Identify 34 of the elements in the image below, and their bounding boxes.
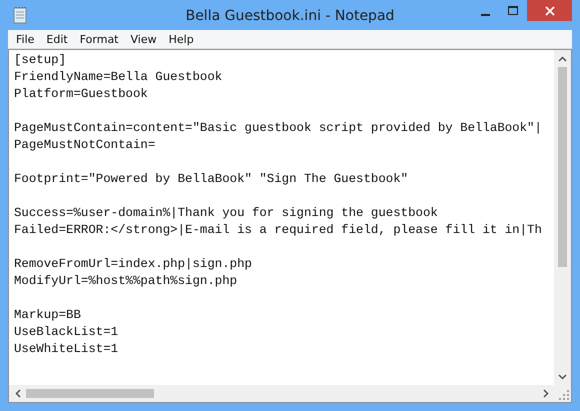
minimize-icon: [480, 14, 490, 16]
text-line: UseBlackList=1: [14, 324, 118, 341]
menu-item[interactable]: File: [10, 30, 40, 48]
window-title: Bella Guestbook.ini - Notepad: [186, 7, 394, 26]
horizontal-scrollbar[interactable]: [9, 385, 554, 402]
menu-item[interactable]: Edit: [40, 30, 74, 48]
text-line: RemoveFromUrl=index.php|sign.php: [14, 256, 252, 273]
maximize-icon: [508, 6, 518, 16]
text-line: PageMustNotContain=: [14, 137, 156, 154]
text-line: Platform=Guestbook: [14, 86, 148, 103]
scroll-left-icon[interactable]: [14, 389, 20, 398]
scroll-thumb[interactable]: [558, 67, 567, 267]
notepad-icon: [12, 6, 28, 24]
menu-item[interactable]: Help: [162, 30, 200, 48]
text-line: ModifyUrl=%host%%path%sign.php: [14, 273, 238, 290]
text-line: [setup]: [14, 52, 66, 69]
close-button[interactable]: [527, 0, 572, 21]
text-editor[interactable]: [8, 49, 572, 403]
scroll-right-icon[interactable]: [542, 389, 548, 398]
menu-item[interactable]: View: [124, 30, 163, 48]
text-line: PageMustContain=content="Basic guestbook script provided by BellaBook"|: [14, 120, 542, 137]
text-line: Failed=ERROR:</strong>|E-mail is a required field, please fill it in|Th: [14, 222, 542, 239]
scroll-thumb[interactable]: [26, 389, 154, 398]
menu-item[interactable]: Format: [74, 30, 124, 48]
text-line: Markup=BB: [14, 307, 81, 324]
resize-grip-icon[interactable]: [559, 390, 569, 400]
close-icon: [544, 6, 554, 16]
vertical-scrollbar[interactable]: [554, 50, 571, 385]
scroll-up-icon[interactable]: [558, 56, 567, 62]
text-line: FriendlyName=Bella Guestbook: [14, 69, 222, 86]
scroll-down-icon[interactable]: [558, 374, 567, 380]
text-line: Success=%user-domain%|Thank you for signing the guestbook: [14, 205, 438, 222]
text-line: UseWhiteList=1: [14, 341, 118, 358]
text-line: Footprint="Powered by BellaBook" "Sign The Guestbook": [14, 171, 408, 188]
